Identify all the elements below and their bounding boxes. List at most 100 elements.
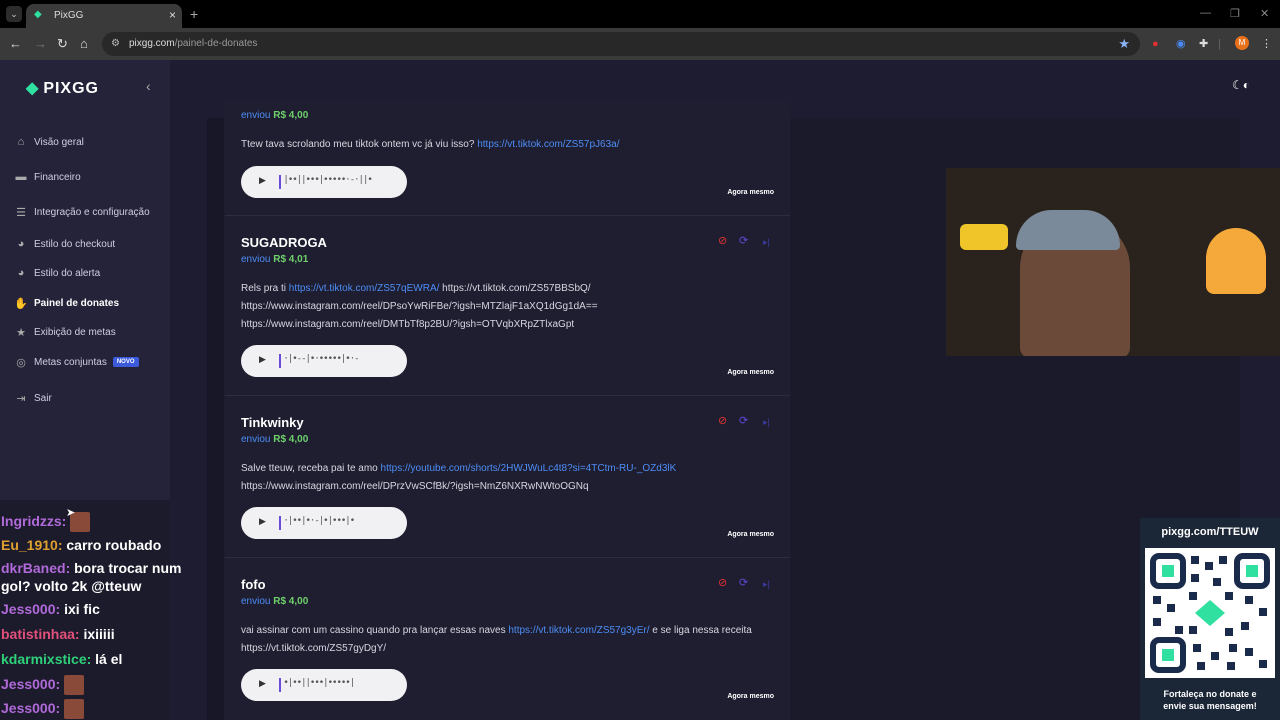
extension-record-icon[interactable]: ● — [1152, 37, 1159, 51]
logo[interactable]: ◆ PIXGG — [26, 78, 99, 98]
palette-icon: ◕ — [17, 238, 25, 250]
sent-label: enviou — [241, 110, 271, 121]
window-close-icon[interactable]: ✕ — [1260, 7, 1269, 20]
sidebar-item-metas-conjuntas[interactable]: ◎ Metas conjuntas NOVO — [14, 353, 139, 371]
chat-text: lá el — [95, 651, 123, 667]
sidebar-item-estilo-alerta[interactable]: ◕ Estilo do alerta — [14, 264, 100, 282]
tab-search-icon[interactable]: ⌄ — [6, 6, 22, 22]
block-icon[interactable]: ⊘ — [718, 235, 727, 247]
message-link[interactable]: https://vt.tiktok.com/ZS57g3yEr/ — [508, 625, 649, 636]
tab-title: PixGG — [54, 10, 84, 21]
sidebar: ◆ PIXGG ‹ ⌂ Visão geral ▬ Financeiro ☰ Integ… — [0, 60, 170, 500]
address-bar[interactable]: ⚙ pixgg.com/painel-de-donates ★ — [102, 32, 1140, 56]
extensions-puzzle-icon[interactable]: ✚ — [1199, 37, 1208, 51]
webcam-overlay — [946, 168, 1280, 356]
sidebar-item-label: Financeiro — [34, 171, 81, 183]
target-icon: ◎ — [16, 356, 26, 369]
donation-amount: R$ 4,00 — [273, 596, 309, 607]
replay-icon[interactable]: ⟳ — [739, 415, 748, 427]
chat-username: dkrBaned: — [1, 560, 71, 576]
tab-close-icon[interactable]: × — [169, 8, 176, 22]
sidebar-item-exibicao-metas[interactable]: ★ Exibição de metas — [14, 323, 116, 341]
forward-icon[interactable]: → — [34, 36, 47, 52]
play-icon[interactable]: ▶ — [259, 354, 266, 365]
donation-time: Agora mesmo — [727, 369, 774, 376]
emote-icon — [64, 675, 85, 696]
audio-player[interactable]: ▶ |••||•••|•••••·-·||• — [241, 166, 407, 198]
waveform-icon: ·|••|•·-|•|•••|• — [279, 516, 355, 526]
chat-username: Ingridzzs: — [1, 513, 67, 529]
donation-time: Agora mesmo — [727, 531, 774, 538]
donation-message: Salve tteuw, receba pai te amo https://y… — [241, 460, 771, 496]
donation-sent: enviou R$ 4,00 — [241, 110, 308, 121]
play-icon[interactable]: ▶ — [259, 516, 266, 527]
chat-message: Jess000: — [1, 699, 205, 720]
qr-code-icon — [1145, 548, 1275, 678]
donor-name: Tinkwinky — [241, 415, 304, 430]
minimize-icon[interactable]: — — [1200, 7, 1211, 19]
message-text: Salve tteuw, receba pai te amo — [241, 463, 381, 474]
back-icon[interactable]: ← — [9, 36, 22, 52]
qr-panel: pixgg.com/TTEUW Fortaleça no donate e env… — [1140, 518, 1280, 720]
sidebar-item-label: Estilo do checkout — [34, 238, 116, 250]
chat-message: Ingridzzs: — [1, 512, 205, 533]
message-link[interactable]: https://vt.tiktok.com/ZS57pJ63a/ — [477, 139, 619, 150]
message-link[interactable]: https://youtube.com/shorts/2HWJWuLc4t8?s… — [381, 463, 677, 474]
restore-icon[interactable]: ❐ — [1230, 7, 1240, 20]
donation-message: vai assinar com um cassino quando pra la… — [241, 622, 771, 658]
replay-icon[interactable]: ⟳ — [739, 577, 748, 589]
chat-username: Eu_1910: — [1, 537, 63, 553]
collapse-sidebar-icon[interactable]: ‹ — [146, 78, 151, 94]
sent-label: enviou — [241, 254, 271, 265]
sidebar-item-label: Metas conjuntas — [34, 356, 107, 368]
chat-message: batistinhaa: ixiiiii — [1, 625, 205, 643]
toolbar-divider: | — [1218, 38, 1221, 50]
emote-icon — [64, 699, 85, 720]
star-icon: ★ — [16, 326, 26, 339]
url-domain: pixgg.com — [129, 38, 175, 49]
block-icon[interactable]: ⊘ — [718, 577, 727, 589]
sidebar-item-visao-geral[interactable]: ⌂ Visão geral — [14, 133, 84, 151]
sidebar-item-label: Integração e configuração — [34, 206, 150, 218]
sidebar-item-integracao[interactable]: ☰ Integração e configuração — [14, 203, 150, 221]
sidebar-item-financeiro[interactable]: ▬ Financeiro — [14, 168, 81, 186]
browser-tab[interactable]: ◆ PixGG × — [26, 4, 182, 28]
audio-player[interactable]: ▶ •|••||•••|•••••| — [241, 669, 407, 701]
new-tab-icon[interactable]: + — [190, 6, 198, 22]
new-badge: NOVO — [112, 357, 139, 367]
extension-cast-icon[interactable]: ◉ — [1176, 37, 1186, 51]
block-icon[interactable]: ⊘ — [718, 415, 727, 427]
donation-card: Tinkwinky enviou R$ 4,00 ⊘ ⟳ ▸| Salve tt… — [225, 396, 790, 558]
bookmark-star-icon[interactable]: ★ — [1118, 36, 1130, 52]
sidebar-item-estilo-checkout[interactable]: ◕ Estilo do checkout — [14, 235, 116, 253]
skip-icon[interactable]: ▸| — [763, 236, 770, 248]
skip-icon[interactable]: ▸| — [763, 416, 770, 428]
skip-icon[interactable]: ▸| — [763, 578, 770, 590]
donor-name: SUGADROGA — [241, 235, 327, 250]
donation-message: Rels pra ti https://vt.tiktok.com/ZS57qE… — [241, 280, 771, 334]
chat-username: batistinhaa: — [1, 626, 80, 642]
sidebar-item-label: Visão geral — [34, 136, 84, 148]
play-icon[interactable]: ▶ — [259, 678, 266, 689]
play-icon[interactable]: ▶ — [259, 175, 266, 186]
url-path: /painel-de-donates — [174, 38, 258, 49]
more-menu-icon[interactable]: ⋮ — [1261, 37, 1272, 51]
home-icon[interactable]: ⌂ — [80, 36, 88, 52]
replay-icon[interactable]: ⟳ — [739, 235, 748, 247]
webcam-lamp — [1206, 228, 1266, 294]
audio-player[interactable]: ▶ ·|••|•·-|•|•••|• — [241, 507, 407, 539]
site-info-icon[interactable]: ⚙ — [111, 38, 120, 49]
sent-label: enviou — [241, 596, 271, 607]
qr-caption: Fortaleça no donate e envie sua mensagem! — [1140, 688, 1280, 712]
mouse-cursor-icon: ➤ — [66, 507, 76, 519]
sidebar-item-sair[interactable]: ⇥ Sair — [14, 389, 51, 407]
qr-caption-line: envie sua mensagem! — [1163, 701, 1257, 711]
message-text: Ttew tava scrolando meu tiktok ontem vc … — [241, 139, 478, 150]
chat-username: Jess000: — [1, 676, 61, 692]
profile-avatar[interactable]: M — [1235, 36, 1249, 50]
theme-toggle-icon[interactable]: ☾◐ — [1232, 78, 1250, 92]
message-link[interactable]: https://vt.tiktok.com/ZS57qEWRA/ — [289, 283, 440, 294]
audio-player[interactable]: ▶ ·|•--|•·•••••|•·- — [241, 345, 407, 377]
reload-icon[interactable]: ↻ — [57, 36, 68, 52]
sidebar-item-painel-donates[interactable]: ✋ Painel de donates — [14, 294, 119, 312]
